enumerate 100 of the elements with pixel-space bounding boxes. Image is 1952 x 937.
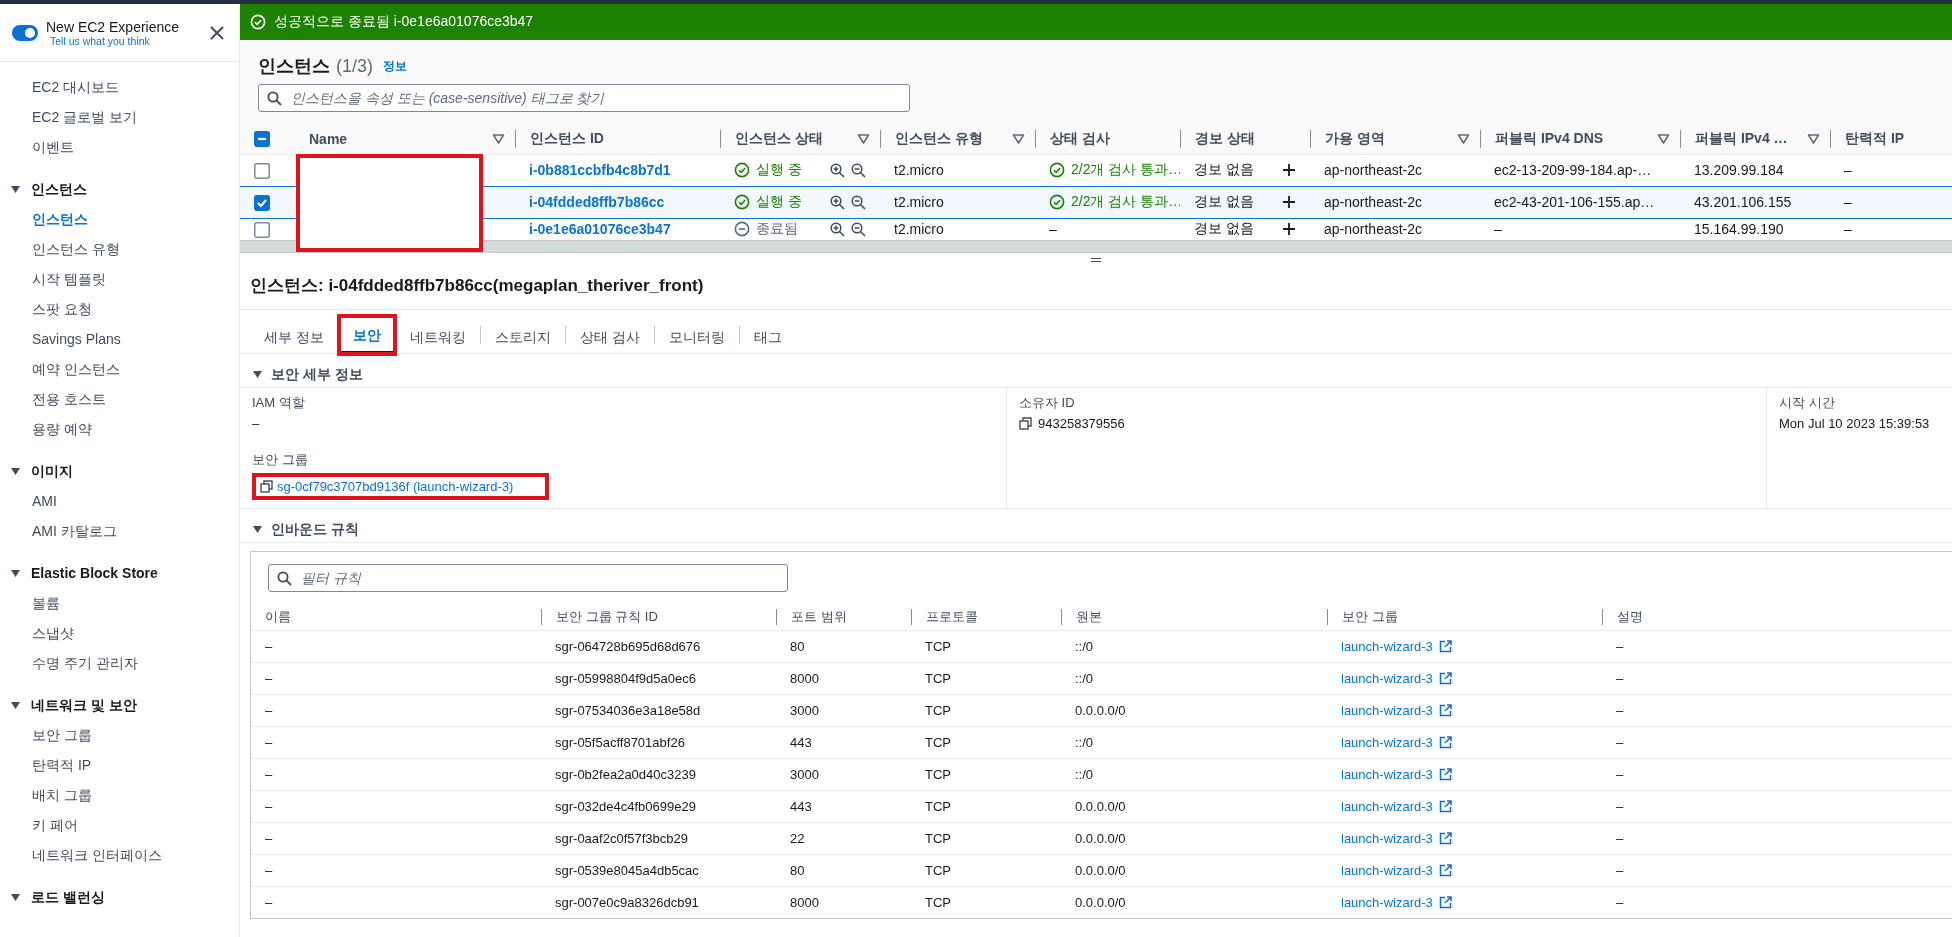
triangle-icon[interactable] xyxy=(1807,132,1820,145)
instance-id-link[interactable]: i-0e1e6a01076ce3b47 xyxy=(529,221,671,238)
tab[interactable]: 태그 xyxy=(739,315,796,354)
table-cell: TCP xyxy=(925,830,951,846)
feedback-link[interactable]: Tell us what you think xyxy=(46,34,201,47)
table-cell: – xyxy=(265,798,273,814)
caret-icon[interactable] xyxy=(252,524,263,535)
nav-item[interactable]: 이벤트 xyxy=(0,132,74,162)
tab[interactable]: 세부 정보 xyxy=(250,315,338,354)
triangle-icon[interactable] xyxy=(1012,132,1025,145)
nav-item[interactable]: 용량 예약 xyxy=(0,414,92,444)
toggle-switch[interactable] xyxy=(12,24,38,41)
security-group-link[interactable]: sg-0cf79c3707bd9136f (launch-wizard-3) xyxy=(277,479,514,494)
external-link-icon[interactable] xyxy=(1438,863,1452,877)
external-link-icon[interactable] xyxy=(1438,703,1452,717)
search-field[interactable]: 인스턴스을 속성 또는 (case-sensitive) 태그로 찾기 xyxy=(258,84,910,112)
security-group-link[interactable]: launch-wizard-3 xyxy=(1341,702,1433,718)
nav-item[interactable]: 시작 템플릿 xyxy=(0,264,106,294)
nav-item[interactable]: 배치 그룹 xyxy=(0,780,92,810)
nav-item[interactable]: 수명 주기 관리자 xyxy=(0,648,138,678)
caret-icon[interactable] xyxy=(10,699,21,711)
copy-icon[interactable] xyxy=(260,480,273,493)
external-link-icon[interactable] xyxy=(1438,831,1452,845)
nav-item[interactable]: 키 페어 xyxy=(0,810,78,840)
instance-id-link[interactable]: i-0b881ccbfb4c8b7d1 xyxy=(529,162,671,178)
triangle-icon[interactable] xyxy=(1457,132,1470,145)
column-header: 탄력적 IP xyxy=(1845,129,1905,148)
nav-item[interactable]: 스팟 요청 xyxy=(0,294,92,324)
table-cell: 43.201.106.155 xyxy=(1694,194,1792,210)
nav-item[interactable]: Savings Plans xyxy=(0,324,121,354)
nav-item[interactable]: 탄력적 IP xyxy=(0,750,92,780)
nav-item[interactable]: 전용 호스트 xyxy=(0,384,106,414)
table-cell: TCP xyxy=(925,670,951,686)
table-cell: – xyxy=(265,830,273,846)
security-group-link[interactable]: launch-wizard-3 xyxy=(1341,798,1433,814)
caret-icon[interactable] xyxy=(10,891,21,903)
zoom-in-icon[interactable] xyxy=(830,221,845,237)
external-link-icon[interactable] xyxy=(1438,767,1452,781)
row-checkbox[interactable] xyxy=(254,162,270,179)
external-link-icon[interactable] xyxy=(1438,671,1452,685)
info-link[interactable]: 정보 xyxy=(383,57,407,75)
security-group-link[interactable]: launch-wizard-3 xyxy=(1341,766,1433,782)
nav-item[interactable]: 인스턴스 xyxy=(0,204,88,234)
security-group-link[interactable]: launch-wizard-3 xyxy=(1341,638,1433,654)
nav-item[interactable]: 스냅샷 xyxy=(0,618,74,648)
table-cell: 13.209.99.184 xyxy=(1694,162,1784,178)
nav-item[interactable]: 볼륨 xyxy=(0,588,60,618)
tab[interactable]: 모니터링 xyxy=(654,315,739,354)
external-link-icon[interactable] xyxy=(1438,895,1452,909)
tab[interactable]: 상태 검사 xyxy=(565,315,654,354)
table-cell: 80 xyxy=(790,638,805,654)
security-group-link[interactable]: launch-wizard-3 xyxy=(1341,830,1433,846)
resize-handle[interactable] xyxy=(1091,258,1101,262)
triangle-icon[interactable] xyxy=(1657,132,1670,145)
security-group-link[interactable]: launch-wizard-3 xyxy=(1341,894,1433,910)
caret-icon[interactable] xyxy=(10,465,21,477)
zoom-in-icon[interactable] xyxy=(830,194,845,210)
plus-icon[interactable] xyxy=(1282,195,1296,209)
nav-item[interactable]: 네트워크 인터페이스 xyxy=(0,840,162,870)
nav-item[interactable]: 예약 인스턴스 xyxy=(0,354,120,384)
tab[interactable]: 스토리지 xyxy=(480,315,565,354)
plus-icon[interactable] xyxy=(1282,163,1296,177)
row-checkbox[interactable] xyxy=(254,194,270,211)
detail-title: 인스턴스: i-04fdded8ffb7b86cc(megaplan_theriver_front) xyxy=(240,266,1952,310)
security-group-link[interactable]: launch-wizard-3 xyxy=(1341,670,1433,686)
nav-item[interactable]: 보안 그룹 xyxy=(0,720,92,750)
filter-field[interactable]: 필터 규칙 xyxy=(268,564,788,592)
nav-item[interactable]: AMI xyxy=(0,486,57,516)
external-link-icon[interactable] xyxy=(1438,639,1452,653)
tab[interactable]: 네트워킹 xyxy=(395,315,480,354)
copy-icon[interactable] xyxy=(1019,417,1032,430)
external-link-icon[interactable] xyxy=(1438,735,1452,749)
nav-item[interactable]: 인스턴스 유형 xyxy=(0,234,120,264)
column-header: 경보 상태 xyxy=(1195,129,1255,148)
nav-item[interactable]: AMI 카탈로그 xyxy=(0,516,117,546)
table-cell: – xyxy=(265,734,273,750)
nav-item[interactable]: EC2 글로벌 보기 xyxy=(0,102,137,132)
caret-icon[interactable] xyxy=(10,183,21,195)
security-group-link[interactable]: launch-wizard-3 xyxy=(1341,862,1433,878)
table-cell: 80 xyxy=(790,862,805,878)
select-all-checkbox[interactable] xyxy=(254,130,270,147)
zoom-out-icon[interactable] xyxy=(851,194,866,210)
table-cell: 0.0.0.0/0 xyxy=(1075,862,1126,878)
external-link-icon[interactable] xyxy=(1438,799,1452,813)
tab[interactable]: 보안 xyxy=(338,315,395,354)
caret-icon[interactable] xyxy=(252,369,263,380)
security-group-link[interactable]: launch-wizard-3 xyxy=(1341,734,1433,750)
plus-icon[interactable] xyxy=(1282,222,1296,237)
zoom-out-icon[interactable] xyxy=(851,221,866,237)
caret-icon[interactable] xyxy=(10,567,21,579)
zoom-out-icon[interactable] xyxy=(851,162,866,178)
triangle-icon[interactable] xyxy=(492,132,505,145)
nav-item[interactable]: EC2 대시보드 xyxy=(0,72,120,102)
close-icon[interactable] xyxy=(209,24,225,41)
row-checkbox[interactable] xyxy=(254,221,270,238)
triangle-icon[interactable] xyxy=(857,132,870,145)
table-cell: TCP xyxy=(925,798,951,814)
zoom-in-icon[interactable] xyxy=(830,162,845,178)
table-cell: ::/0 xyxy=(1075,734,1094,750)
section-heading: 네트워크 및 보안 xyxy=(31,696,137,715)
